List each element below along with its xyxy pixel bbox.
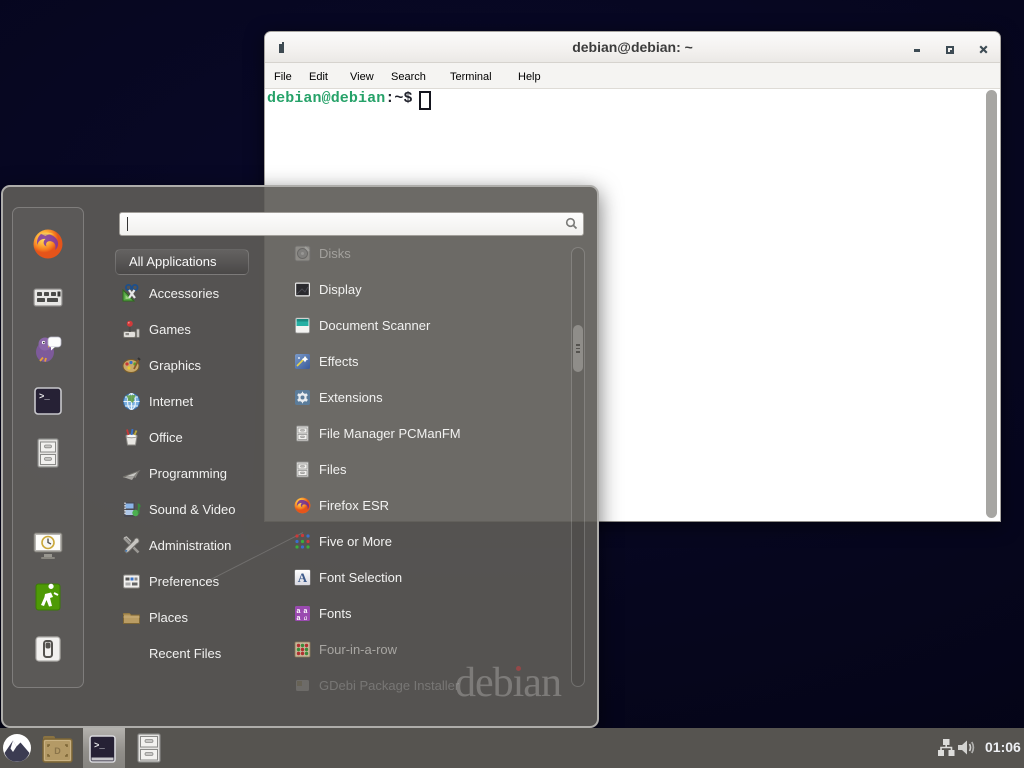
svg-text:>_: >_ [94,741,105,751]
svg-text:D: D [54,746,61,756]
svg-text:a: a [297,608,301,615]
svg-text:>_: >_ [39,392,50,402]
svg-text:a: a [297,615,301,622]
svg-text:A: A [298,570,308,585]
svg-text:a: a [304,614,308,622]
